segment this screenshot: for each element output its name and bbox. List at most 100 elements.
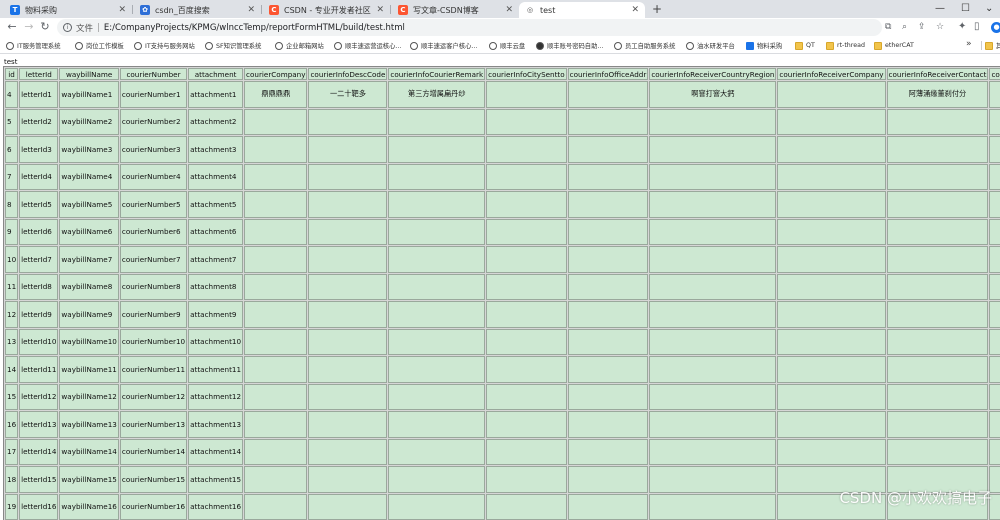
bookmark-item[interactable]: 员工自助服务系统 xyxy=(614,39,675,52)
minimize-icon[interactable]: — xyxy=(935,3,945,14)
table-cell: letterId12 xyxy=(19,383,59,410)
table-cell xyxy=(886,383,989,410)
table-cell: attachment11 xyxy=(188,356,244,383)
new-tab-button[interactable]: + xyxy=(650,2,664,16)
bookmark-folder[interactable]: QT xyxy=(795,39,815,52)
tab-item[interactable]: ✿ csdn_百度搜索 ✕ xyxy=(134,2,261,18)
reload-icon[interactable]: ↻ xyxy=(38,20,52,34)
bookmark-item[interactable]: 顺丰速运营运核心... xyxy=(334,39,401,52)
bookmark-item[interactable]: 企业邮箱网站 xyxy=(275,39,324,52)
close-icon[interactable]: ✕ xyxy=(376,5,384,15)
forward-arrow-icon[interactable]: → xyxy=(22,20,36,34)
table-cell: attachment14 xyxy=(188,438,244,465)
tab-item[interactable]: T 物料采购 ✕ xyxy=(4,2,132,18)
bookmark-item[interactable]: 顺丰速运客户核心... xyxy=(410,39,477,52)
close-icon[interactable]: ✕ xyxy=(631,5,639,15)
table-cell xyxy=(649,438,777,465)
star-icon[interactable]: ☆ xyxy=(936,22,944,32)
translate-icon[interactable]: ⧉ xyxy=(885,22,891,32)
table-cell xyxy=(777,246,886,273)
table-cell: 8 xyxy=(5,191,19,218)
profile-avatar[interactable]: ● xyxy=(991,22,1000,33)
close-icon[interactable]: ✕ xyxy=(247,5,255,15)
table-cell xyxy=(486,163,567,190)
chevron-down-icon[interactable]: ⌄ xyxy=(985,3,993,14)
table-cell xyxy=(777,438,886,465)
bookmark-item[interactable]: 物料采购 xyxy=(746,39,782,52)
tab-item[interactable]: C 写文章-CSDN博客 ✕ xyxy=(392,2,519,18)
bookmark-item[interactable]: 油水研发平台 xyxy=(686,39,735,52)
table-cell xyxy=(388,108,486,135)
globe-icon xyxy=(275,41,283,50)
folder-icon xyxy=(874,41,882,50)
close-icon[interactable]: ✕ xyxy=(505,5,513,15)
bookmark-label: 顺丰速运客户核心... xyxy=(421,43,478,50)
table-cell xyxy=(308,301,388,328)
table-cell: 17 xyxy=(5,438,19,465)
table-cell: letterId6 xyxy=(19,218,59,245)
table-cell xyxy=(989,411,1000,438)
tab-item[interactable]: C CSDN - 专业开发者社区 ✕ xyxy=(263,2,390,18)
column-header: id xyxy=(5,68,19,80)
table-cell: courierNumber10 xyxy=(119,328,188,355)
bookmark-item[interactable]: 岗位工作模板 xyxy=(75,39,124,52)
zoom-icon[interactable]: ⌕ xyxy=(902,22,907,32)
tab-item[interactable]: ◎ test ✕ xyxy=(519,2,645,18)
table-cell xyxy=(777,356,886,383)
bookmark-folder[interactable]: etherCAT xyxy=(874,39,914,52)
table-row: 17 letterId14 waybillName14 courierNumber14… xyxy=(5,438,1000,465)
bookmark-divider xyxy=(981,41,982,50)
address-bar[interactable]: i 文件 | E:/CompanyProjects/KPMG/wlnccTemp… xyxy=(57,19,882,36)
bookmark-item[interactable]: IT支持与服务网站 xyxy=(134,39,195,52)
table-cell xyxy=(244,301,308,328)
table-cell: 鼎鼎鼎鼎 xyxy=(244,81,308,108)
table-cell xyxy=(886,301,989,328)
table-cell: courierNumber8 xyxy=(119,273,188,300)
table-cell xyxy=(777,383,886,410)
table-cell: attachment6 xyxy=(188,218,244,245)
table-cell xyxy=(388,163,486,190)
table-cell xyxy=(388,383,486,410)
table-cell xyxy=(777,273,886,300)
url-text[interactable]: E:/CompanyProjects/KPMG/wlnccTemp/report… xyxy=(104,23,405,33)
table-header-row: id letterId waybillName courierNumber attach… xyxy=(5,68,1000,80)
column-header: courierInfoReceiverCountryRegion xyxy=(649,68,777,80)
table-cell xyxy=(567,411,649,438)
close-icon[interactable]: ✕ xyxy=(118,5,126,15)
bookmark-folder[interactable]: rt-thread xyxy=(826,39,865,52)
table-cell xyxy=(777,328,886,355)
table-cell xyxy=(886,411,989,438)
table-cell xyxy=(567,301,649,328)
tab-label: test xyxy=(540,5,556,15)
table-row: 6 letterId3 waybillName3 courierNumber3 atta… xyxy=(5,136,1000,163)
column-header: courierInfoReceiverTel xyxy=(989,68,1000,80)
tab-label: CSDN - 专业开发者社区 xyxy=(284,5,371,15)
back-arrow-icon[interactable]: ← xyxy=(5,20,19,34)
table-cell xyxy=(567,81,649,108)
maximize-icon[interactable]: ☐ xyxy=(961,3,970,14)
table-cell: waybillName9 xyxy=(59,301,119,328)
table-cell xyxy=(486,81,567,108)
bookmark-item[interactable]: 顺丰账号密码自助... xyxy=(536,39,603,52)
share-icon[interactable]: ⇪ xyxy=(918,22,926,32)
side-panel-icon[interactable]: ▯ xyxy=(974,21,980,32)
table-cell xyxy=(244,163,308,190)
bookmark-folder[interactable]: 其 xyxy=(985,39,1000,52)
table-cell xyxy=(989,438,1000,465)
table-cell xyxy=(649,493,777,520)
table-cell: attachment4 xyxy=(188,163,244,190)
table-cell: letterId7 xyxy=(19,246,59,273)
extensions-icon[interactable]: ✦ xyxy=(958,21,966,32)
bookmark-item[interactable]: IT服务管理系统 xyxy=(6,39,61,52)
bookmark-item[interactable]: 顺丰云盘 xyxy=(489,39,525,52)
table-cell xyxy=(989,328,1000,355)
table-cell: courierNumber4 xyxy=(119,163,188,190)
table-cell xyxy=(777,218,886,245)
bookmark-label: 企业邮箱网站 xyxy=(286,43,324,50)
table-cell xyxy=(567,466,649,493)
table-cell: attachment7 xyxy=(188,246,244,273)
info-icon[interactable]: i xyxy=(63,23,72,32)
table-cell xyxy=(308,273,388,300)
bookmark-item[interactable]: SF知识管理系统 xyxy=(205,39,261,52)
chevron-right-icon[interactable]: » xyxy=(966,39,972,49)
